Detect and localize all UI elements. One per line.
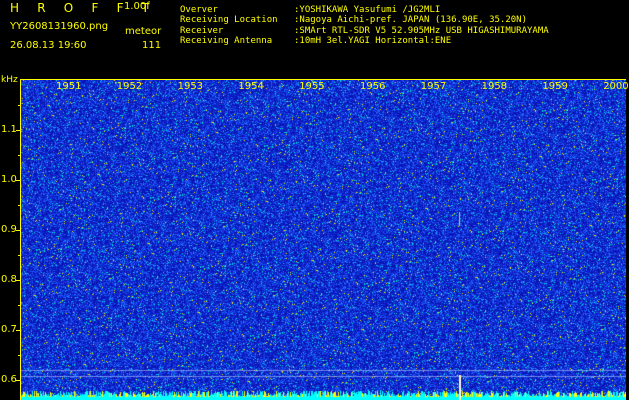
frequency-label: 0.6 <box>1 374 17 385</box>
info-value: :10mH 3el.YAGI Horizontal:ENE <box>294 36 452 47</box>
info-label: Receiving Antenna <box>180 36 273 47</box>
time-label: 1953 <box>177 81 204 92</box>
time-label: 1955 <box>299 81 325 92</box>
file-name: YY2608131960.png <box>10 21 109 32</box>
frequency-minor-tick <box>18 230 20 231</box>
frequency-minor-tick <box>18 155 20 156</box>
time-label: 1956 <box>360 81 386 92</box>
time-label: 1959 <box>542 81 568 92</box>
frequency-minor-tick <box>18 255 20 256</box>
app-version: 1.00f <box>124 1 150 12</box>
time-label: 1957 <box>420 81 447 92</box>
frequency-label: 1.0 <box>1 174 17 185</box>
frequency-minor-tick <box>18 205 20 206</box>
frequency-minor-tick <box>18 280 20 281</box>
spectrogram-canvas <box>20 80 626 400</box>
mode-label: meteor <box>125 26 162 37</box>
header-panel: H R O F F T 1.00f YY2608131960.png meteo… <box>0 0 629 74</box>
frequency-minor-tick <box>18 380 20 381</box>
plot-left-border <box>20 79 21 400</box>
count-label: 111 <box>142 40 162 51</box>
y-unit-label: kHz <box>1 75 18 85</box>
frequency-minor-tick <box>18 105 20 106</box>
station-info: Overver :YOSHIKAWA Yasufumi /JG2MLI Rece… <box>180 5 549 48</box>
info-row-antenna: Receiving Antenna :10mH 3el.YAGI Horizon… <box>180 36 549 47</box>
frequency-minor-tick <box>18 330 20 331</box>
datetime-label: 26.08.13 19:60 <box>10 40 87 51</box>
time-label: 1951 <box>56 81 82 92</box>
frequency-label: 0.9 <box>1 224 17 235</box>
time-label: 1954 <box>238 81 264 92</box>
frequency-minor-tick <box>18 355 20 356</box>
frequency-label: 1.1 <box>1 124 17 135</box>
plot-top-border <box>20 79 626 80</box>
frequency-label: 0.8 <box>1 274 17 285</box>
time-label: 1958 <box>481 81 508 92</box>
frequency-minor-tick <box>18 180 20 181</box>
time-label: 2000 <box>603 81 629 92</box>
time-label: 1952 <box>116 81 143 92</box>
frequency-minor-tick <box>18 305 20 306</box>
frequency-minor-tick <box>18 130 20 131</box>
frequency-label: 0.7 <box>1 324 17 335</box>
